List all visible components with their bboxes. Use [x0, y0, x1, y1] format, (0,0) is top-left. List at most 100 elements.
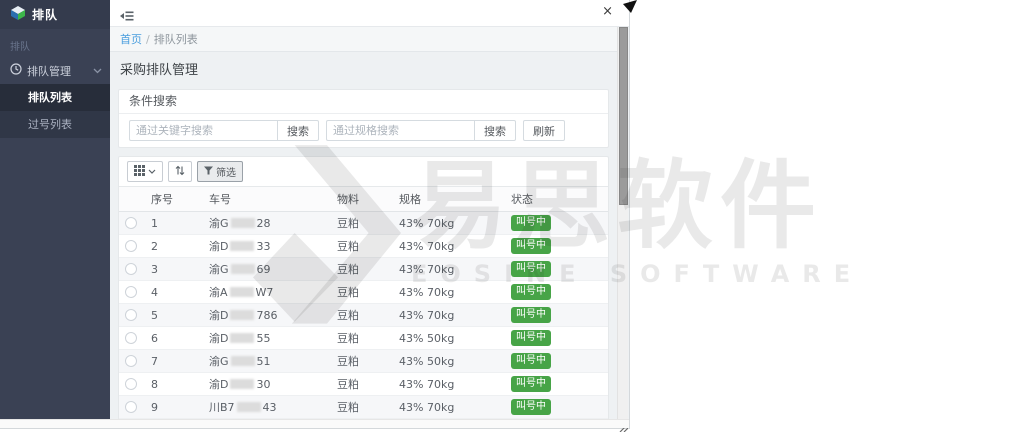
table-row[interactable]: 5 渝D786 豆粕 43% 70kg 叫号中 [119, 304, 608, 327]
cell-index: 3 [145, 258, 203, 281]
cell-spec: 43% 70kg [393, 281, 505, 304]
sort-button[interactable] [168, 161, 192, 182]
spec-search-button[interactable]: 搜索 [474, 120, 516, 141]
row-radio[interactable] [125, 240, 137, 252]
queue-table: 序号 车号 物料 规格 状态 1 渝G28 [119, 186, 608, 428]
filter-button-label: 筛选 [216, 164, 236, 179]
cell-plate: 渝D33 [203, 235, 331, 258]
table-row[interactable]: 1 渝G28 豆粕 43% 70kg 叫号中 [119, 212, 608, 235]
cell-status: 叫号中 [505, 373, 608, 396]
plate-prefix: 川B7 [209, 401, 235, 414]
plate-suffix: 30 [256, 378, 270, 391]
row-radio[interactable] [125, 263, 137, 275]
plate-suffix: 51 [257, 355, 271, 368]
column-header-index[interactable]: 序号 [145, 187, 203, 212]
spec-search-input[interactable] [326, 120, 474, 141]
status-badge: 叫号中 [511, 353, 551, 369]
plate-prefix: 渝G [209, 263, 229, 276]
cell-material: 豆粕 [331, 304, 393, 327]
topbar: × [110, 0, 629, 27]
row-radio[interactable] [125, 355, 137, 367]
breadcrumb: 首页/排队列表 [110, 27, 617, 52]
row-radio[interactable] [125, 378, 137, 390]
breadcrumb-current: 排队列表 [154, 33, 198, 46]
filter-icon [204, 166, 213, 178]
keyword-search-input[interactable] [129, 120, 277, 141]
content: × 首页/排队列表 采购排队管理 条件搜索 搜索 [110, 0, 629, 428]
row-radio[interactable] [125, 309, 137, 321]
brand-title: 排队 [32, 6, 58, 23]
column-header-material[interactable]: 物料 [331, 187, 393, 212]
cell-status: 叫号中 [505, 281, 608, 304]
scrollbar[interactable] [617, 27, 628, 419]
table-toolbar: 筛选 [119, 157, 608, 186]
cell-plate: 渝G 28 [203, 212, 331, 235]
row-radio[interactable] [125, 286, 137, 298]
breadcrumb-home-link[interactable]: 首页 [120, 33, 142, 46]
cell-plate: 渝D30 [203, 373, 331, 396]
cell-plate: 川B7 43 [203, 396, 331, 419]
plate-prefix: 渝G [209, 217, 229, 230]
sort-icon [175, 165, 185, 179]
plate-suffix: 55 [256, 332, 270, 345]
horizontal-scrollbar[interactable] [0, 419, 629, 428]
status-badge: 叫号中 [511, 215, 551, 231]
column-header-plate[interactable]: 车号 [203, 187, 331, 212]
cell-status: 叫号中 [505, 327, 608, 350]
table-row[interactable]: 6 渝D55 豆粕 43% 50kg 叫号中 [119, 327, 608, 350]
grid-icon [134, 165, 145, 179]
cell-plate: 渝G51 [203, 350, 331, 373]
plate-suffix: W7 [256, 286, 274, 299]
cell-spec: 43% 70kg [393, 396, 505, 419]
cell-spec: 43% 70kg [393, 258, 505, 281]
cell-index: 6 [145, 327, 203, 350]
table-row[interactable]: 9 川B743 豆粕 43% 70kg 叫号中 [119, 396, 608, 419]
sidebar-submenu: 排队列表 过号列表 [0, 84, 110, 138]
sidebar-toggle-icon[interactable] [120, 7, 134, 26]
redacted-plate-segment [237, 402, 261, 412]
redacted-plate-segment [230, 333, 254, 343]
columns-button[interactable] [127, 161, 163, 182]
cell-status: 叫号中 [505, 396, 608, 419]
redacted-plate-segment [230, 287, 254, 297]
row-radio[interactable] [125, 401, 137, 413]
keyword-search-button[interactable]: 搜索 [277, 120, 319, 141]
cell-material: 豆粕 [331, 281, 393, 304]
cell-material: 豆粕 [331, 327, 393, 350]
table-row[interactable]: 4 渝AW7 豆粕 43% 70kg 叫号中 [119, 281, 608, 304]
cell-status: 叫号中 [505, 258, 608, 281]
sidebar-item-queue-list[interactable]: 排队列表 [0, 84, 110, 111]
cell-spec: 43% 50kg [393, 327, 505, 350]
sidebar-item-skipped-list[interactable]: 过号列表 [0, 111, 110, 138]
row-radio[interactable] [125, 332, 137, 344]
table-row[interactable]: 8 渝D30 豆粕 43% 70kg 叫号中 [119, 373, 608, 396]
table-row[interactable]: 7 渝G51 豆粕 43% 50kg 叫号中 [119, 350, 608, 373]
column-header-spec[interactable]: 规格 [393, 187, 505, 212]
keyword-search-group: 搜索 [129, 120, 319, 141]
search-panel: 条件搜索 搜索 搜索 刷新 [118, 89, 609, 148]
redacted-plate-segment [231, 264, 255, 274]
row-radio[interactable] [125, 217, 137, 229]
cell-status: 叫号中 [505, 212, 608, 235]
cell-plate: 渝G69 [203, 258, 331, 281]
cell-spec: 43% 70kg [393, 212, 505, 235]
redacted-plate-segment [231, 356, 255, 366]
scrollbar-thumb[interactable] [619, 27, 628, 205]
redacted-plate-segment [230, 379, 254, 389]
cell-status: 叫号中 [505, 304, 608, 327]
filter-button[interactable]: 筛选 [197, 161, 243, 182]
cell-material: 豆粕 [331, 235, 393, 258]
plate-suffix: 43 [263, 401, 277, 414]
cell-material: 豆粕 [331, 373, 393, 396]
cell-index: 2 [145, 235, 203, 258]
column-header-status[interactable]: 状态 [505, 187, 608, 212]
refresh-button[interactable]: 刷新 [523, 120, 565, 141]
search-panel-body: 搜索 搜索 刷新 [119, 114, 608, 147]
close-icon[interactable]: × [602, 5, 613, 19]
cell-material: 豆粕 [331, 212, 393, 235]
plate-suffix: 28 [257, 217, 271, 230]
sidebar-item-queue-management[interactable]: 排队管理 [0, 57, 110, 84]
table-row[interactable]: 2 渝D33 豆粕 43% 70kg 叫号中 [119, 235, 608, 258]
table-row[interactable]: 3 渝G69 豆粕 43% 70kg 叫号中 [119, 258, 608, 281]
cell-index: 5 [145, 304, 203, 327]
